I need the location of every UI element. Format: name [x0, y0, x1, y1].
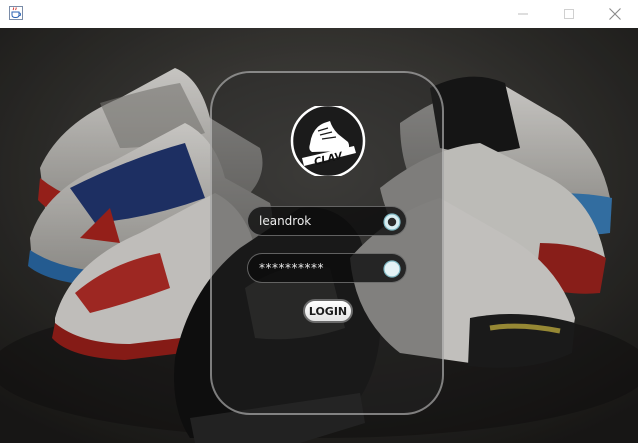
minimize-button[interactable] [500, 0, 546, 28]
password-field[interactable] [247, 253, 407, 283]
maximize-button[interactable] [546, 0, 592, 28]
radio-indicator-icon [383, 260, 401, 278]
java-coffee-cup-icon [9, 6, 23, 20]
username-input[interactable] [259, 207, 379, 235]
username-field[interactable] [247, 206, 407, 236]
close-button[interactable] [592, 0, 638, 28]
maximize-icon [564, 9, 574, 19]
sneaker-logo-icon: CLAV [290, 106, 366, 176]
login-window: CLAV LOGIN [0, 0, 638, 443]
password-input[interactable] [259, 254, 379, 282]
close-icon [609, 8, 621, 20]
minimize-icon [518, 13, 528, 15]
title-bar [0, 0, 638, 28]
radio-indicator-icon [383, 213, 401, 231]
login-button[interactable]: LOGIN [303, 299, 353, 323]
